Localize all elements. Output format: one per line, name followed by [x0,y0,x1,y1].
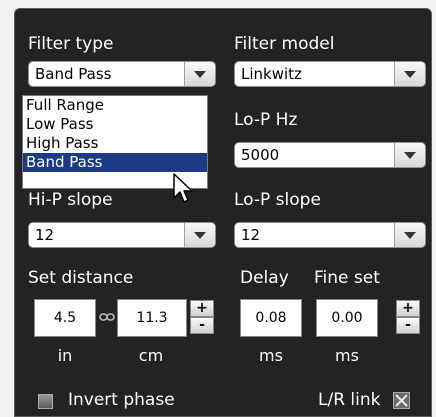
set-distance-label: Set distance [28,268,134,288]
lop-hz-select[interactable]: 5000 [234,142,426,168]
lop-slope-value: 12 [241,226,261,244]
chevron-down-icon[interactable] [394,143,425,167]
lop-slope-label: Lo-P slope [234,190,321,210]
delay-field[interactable]: 0.08 [240,299,302,337]
hip-slope-label: Hi-P slope [28,190,113,210]
distance-inches-unit: in [57,346,73,365]
fine-set-label: Fine set [314,268,380,288]
delay-unit: ms [259,346,283,365]
chevron-down-icon[interactable] [184,223,215,247]
distance-increment-button[interactable]: + [190,300,214,317]
distance-stepper: + - [190,300,214,334]
distance-cm-unit: cm [138,346,164,365]
filter-type-option[interactable]: High Pass [23,134,207,153]
fine-set-field[interactable]: 0.00 [316,299,378,337]
lop-hz-value: 5000 [241,146,280,164]
fine-set-decrement-button[interactable]: - [396,317,420,334]
fine-set-increment-button[interactable]: + [396,300,420,317]
distance-cm-field[interactable]: 11.3 [117,299,187,337]
lop-hz-label: Lo-P Hz [234,110,298,130]
filter-model-value: Linkwitz [241,65,302,83]
mouse-cursor-icon [173,173,193,203]
lr-link-checkbox[interactable] [393,392,410,409]
invert-phase-checkbox[interactable] [38,394,53,409]
hip-slope-select[interactable]: 12 [28,222,216,248]
delay-label: Delay [240,268,289,288]
filter-model-select[interactable]: Linkwitz [234,61,426,87]
lop-slope-select[interactable]: 12 [234,222,426,248]
filter-model-label: Filter model [234,34,335,54]
invert-phase-label: Invert phase [68,390,175,410]
distance-inches-field[interactable]: 4.5 [34,299,96,337]
lr-link-label: L/R link [318,390,381,410]
filter-type-option-selected[interactable]: Band Pass [23,153,207,172]
fine-set-stepper: + - [396,300,420,334]
filter-type-option[interactable]: Full Range [23,96,207,115]
distance-decrement-button[interactable]: - [190,317,214,334]
filter-type-select[interactable]: Band Pass [28,61,216,87]
hip-slope-value: 12 [35,226,55,244]
filter-type-label: Filter type [28,34,114,54]
chevron-down-icon[interactable] [394,223,425,247]
chevron-down-icon[interactable] [184,62,215,86]
fine-set-unit: ms [335,346,359,365]
filter-type-value: Band Pass [35,65,112,83]
link-icon[interactable] [99,311,115,323]
chevron-down-icon[interactable] [394,62,425,86]
filter-type-option[interactable]: Low Pass [23,115,207,134]
